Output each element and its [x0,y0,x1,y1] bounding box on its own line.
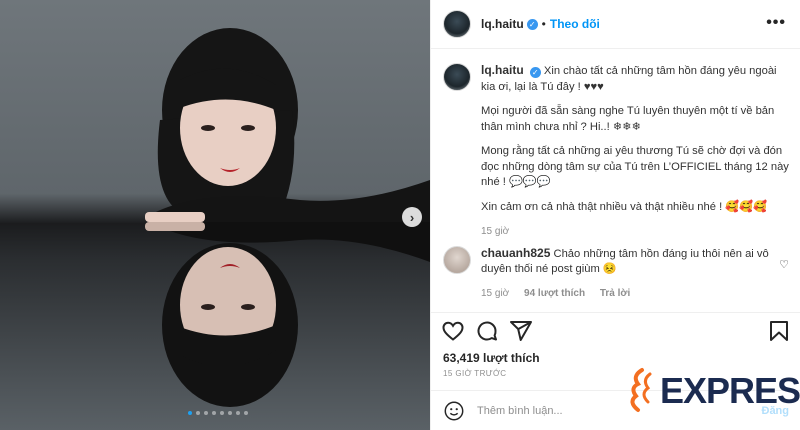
verified-badge-icon: ✓ [526,18,538,30]
more-options-icon[interactable]: ••• [766,14,786,32]
reply-button[interactable]: Trả lời [600,288,630,299]
comments-section[interactable]: lq.haitu ✓ Xin chào tất cả những tâm hồn… [431,49,800,307]
caption-text: lq.haitu ✓ Xin chào tất cả những tâm hồn… [481,63,789,240]
caption-paragraph-3: Mong rằng tất cả những ai yêu thương Tú … [481,145,789,188]
commenter-avatar[interactable] [443,245,471,274]
verified-badge-icon: ✓ [529,67,541,78]
express-logo-icon [630,368,652,412]
dot-separator: • [541,17,546,31]
caption-time: 15 giờ [481,226,510,237]
next-image-button[interactable]: › [402,207,422,227]
comment-body: chauanh825 Chảo những tâm hồn đáng iu th… [481,246,771,302]
follow-button[interactable]: Theo dõi [550,17,600,31]
carousel-dot [196,411,200,415]
portrait-image [145,28,430,407]
carousel-dot [228,411,232,415]
post-caption: lq.haitu ✓ Xin chào tất cả những tâm hồn… [431,49,800,240]
commenter-username[interactable]: chauanh825 [481,246,550,260]
comment-time: 15 giờ [481,287,510,299]
comment-item: chauanh825 Chảo những tâm hồn đáng iu th… [431,240,800,302]
caption-paragraph-2: Mọi người đã sẵn sàng nghe Tú luyên thuy… [481,105,775,133]
author-username[interactable]: lq.haitu [481,17,524,31]
caption-username[interactable]: lq.haitu [481,63,524,77]
smiley-icon[interactable] [443,400,465,422]
watermark-text: EXPRESS [660,370,800,411]
likes-count[interactable]: 63,419 lượt thích [443,351,540,365]
comment-meta: 15 giờ 94 lượt thích Trả lời [481,286,771,302]
carousel-dot [236,411,240,415]
carousel-dot [244,411,248,415]
bookmark-icon[interactable] [767,319,791,343]
chevron-right-icon: › [409,209,415,225]
post-timestamp: 15 GIỜ TRƯỚC [443,369,507,378]
heart-icon[interactable] [441,319,465,343]
carousel-dot [188,411,192,415]
carousel-dot [212,411,216,415]
post-header: lq.haitu ✓ • Theo dõi ••• [431,0,800,49]
author-avatar[interactable] [443,10,471,38]
post-actions [431,312,800,349]
comment-like-icon[interactable]: ♡ [779,258,789,271]
paper-plane-icon[interactable] [509,319,533,343]
express-watermark: EXPRESS [628,366,800,416]
carousel-dot [220,411,224,415]
comment-likes[interactable]: 94 lượt thích [524,288,585,299]
comment-bubble-icon[interactable] [475,319,499,343]
caption-avatar[interactable] [443,63,471,91]
carousel-dots [188,411,248,415]
carousel-dot [204,411,208,415]
caption-paragraph-1: Xin chào tất cả những tâm hồn đáng yêu n… [481,65,777,93]
post-photo: › [0,0,430,430]
caption-paragraph-4: Xin cảm ơn cả nhà thật nhiều và thật nhi… [481,200,768,213]
